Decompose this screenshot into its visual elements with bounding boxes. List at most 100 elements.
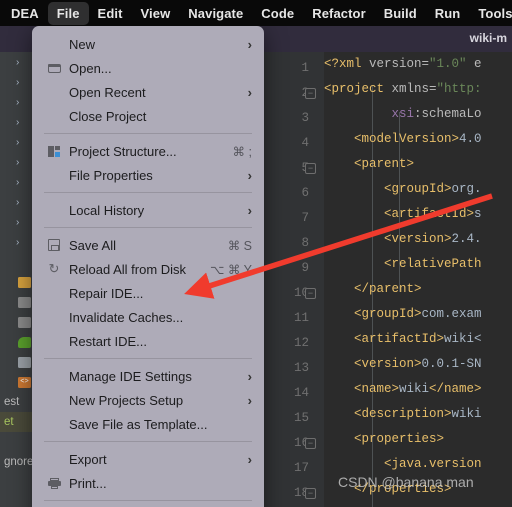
menu-separator [44,133,252,134]
doc-icon [18,356,31,368]
code-token: <artifactId> [384,207,475,221]
chevron-right-icon[interactable]: › [16,57,28,68]
menubar-item-edit[interactable]: Edit [89,2,132,25]
menu-item-project-structure[interactable]: Project Structure... ⌘ ; [32,139,264,163]
code-token: wiki< [444,332,482,346]
code-line[interactable]: <project xmlns="http: [324,77,512,102]
chevron-right-icon: › [247,392,252,408]
print-icon [46,477,62,489]
code-editor[interactable]: <?xml version="1.0" e <project xmlns="htt… [262,52,512,507]
menu-item-local-history[interactable]: Local History › [32,198,264,222]
menu-item-save-all[interactable]: Save All ⌘ S [32,233,264,257]
code-token: </name> [429,382,482,396]
chevron-right-icon[interactable]: › [16,77,28,88]
code-line[interactable]: <modelVersion>4.0 [324,127,512,152]
menubar-item-code[interactable]: Code [252,2,303,25]
menubar-item-dea[interactable]: DEA [2,2,48,25]
code-line[interactable]: <artifactId>wiki< [324,327,512,352]
chevron-right-icon[interactable]: › [16,137,28,148]
chevron-right-icon: › [247,36,252,52]
folder-icon [18,296,31,308]
menu-item-label: Export [69,451,107,467]
code-token: <?xml [324,57,370,71]
chevron-right-icon[interactable]: › [16,117,28,128]
code-line[interactable]: <properties> [324,427,512,452]
menu-item-new-projects-setup[interactable]: New Projects Setup › [32,388,264,412]
code-line[interactable]: <name>wiki</name> [324,377,512,402]
menu-item-repair-ide[interactable]: Repair IDE... [32,281,264,305]
chevron-right-icon[interactable]: › [16,97,28,108]
code-line[interactable]: </parent> [324,277,512,302]
menubar-item-refactor[interactable]: Refactor [303,2,375,25]
chevron-right-icon: › [247,368,252,384]
chevron-right-icon[interactable]: › [16,157,28,168]
menu-item-label: Invalidate Caches... [69,309,184,325]
menu-item-save-file-as-template[interactable]: Save File as Template... [32,412,264,436]
line-number: 13 [293,361,309,375]
code-fold-toggle-icon[interactable]: − [305,488,316,499]
code-token: <description> [354,407,452,421]
chevron-right-icon[interactable]: › [16,197,28,208]
menubar-item-file[interactable]: File [47,1,89,25]
code-token: wiki [451,407,482,421]
code-line[interactable]: xsi:schemaLo [324,102,512,127]
code-line[interactable]: <?xml version="1.0" e [324,52,512,77]
code-line[interactable]: <version>2.4. [324,227,512,252]
menu-item-label: Repair IDE... [69,285,144,301]
code-fold-toggle-icon[interactable]: − [305,163,316,174]
menu-item-export[interactable]: Export › [32,447,264,471]
menu-item-close-project[interactable]: Close Project [32,104,264,128]
code-line[interactable]: <version>0.0.1-SN [324,352,512,377]
code-line[interactable]: <artifactId>s [324,202,512,227]
code-fold-toggle-icon[interactable]: − [305,438,316,449]
menu-item-file-properties[interactable]: File Properties › [32,163,264,187]
chevron-right-icon[interactable]: › [16,217,28,228]
menu-item-manage-ide-settings[interactable]: Manage IDE Settings › [32,364,264,388]
menu-item-open-recent[interactable]: Open Recent › [32,80,264,104]
code-line[interactable]: <groupId>com.exam [324,302,512,327]
code-token: <groupId> [384,182,452,196]
code-lines[interactable]: <?xml version="1.0" e <project xmlns="htt… [324,52,512,507]
folder-icon [18,316,31,328]
code-line[interactable]: <dependencies> [324,502,512,507]
chevron-right-icon: › [247,84,252,100]
code-line[interactable]: <description>wiki [324,402,512,427]
menu-item-print[interactable]: Print... [32,471,264,495]
menu-item-invalidate-caches[interactable]: Invalidate Caches... [32,305,264,329]
menu-item-reload-all-from-disk[interactable]: ↻ Reload All from Disk ⌥ ⌘ Y [32,257,264,281]
menubar-item-tools[interactable]: Tools [469,2,512,25]
code-token: <name> [354,382,400,396]
save-icon [46,239,62,251]
code-token: xmlns= [391,82,437,96]
line-number: 14 [293,386,309,400]
code-fold-toggle-icon[interactable]: − [305,88,316,99]
menubar-item-navigate[interactable]: Navigate [179,2,252,25]
code-line[interactable]: <groupId>org. [324,177,512,202]
menu-item-open[interactable]: Open... [32,56,264,80]
menu-item-label: Open... [69,60,112,76]
code-token: 0.0.1-SN [421,357,482,371]
menubar-item-view[interactable]: View [132,2,180,25]
line-number: 6 [301,186,309,200]
main-menubar: DEA File Edit View Navigate Code Refactor Build… [0,0,512,26]
menu-item-restart-ide[interactable]: Restart IDE... [32,329,264,353]
code-token: 2.4. [451,232,482,246]
code-line[interactable]: <parent> [324,152,512,177]
menubar-item-run[interactable]: Run [426,2,470,25]
code-token: <artifactId> [354,332,445,346]
menubar-item-build[interactable]: Build [375,2,426,25]
code-fold-toggle-icon[interactable]: − [305,288,316,299]
code-line[interactable]: <relativePath [324,252,512,277]
menu-item-label: Local History [69,202,145,218]
chevron-right-icon[interactable]: › [16,237,28,248]
chevron-right-icon[interactable]: › [16,177,28,188]
menu-item-new[interactable]: New › [32,32,264,56]
file-dropdown-menu[interactable]: New › Open... Open Recent › Close Project Proj… [32,26,264,507]
